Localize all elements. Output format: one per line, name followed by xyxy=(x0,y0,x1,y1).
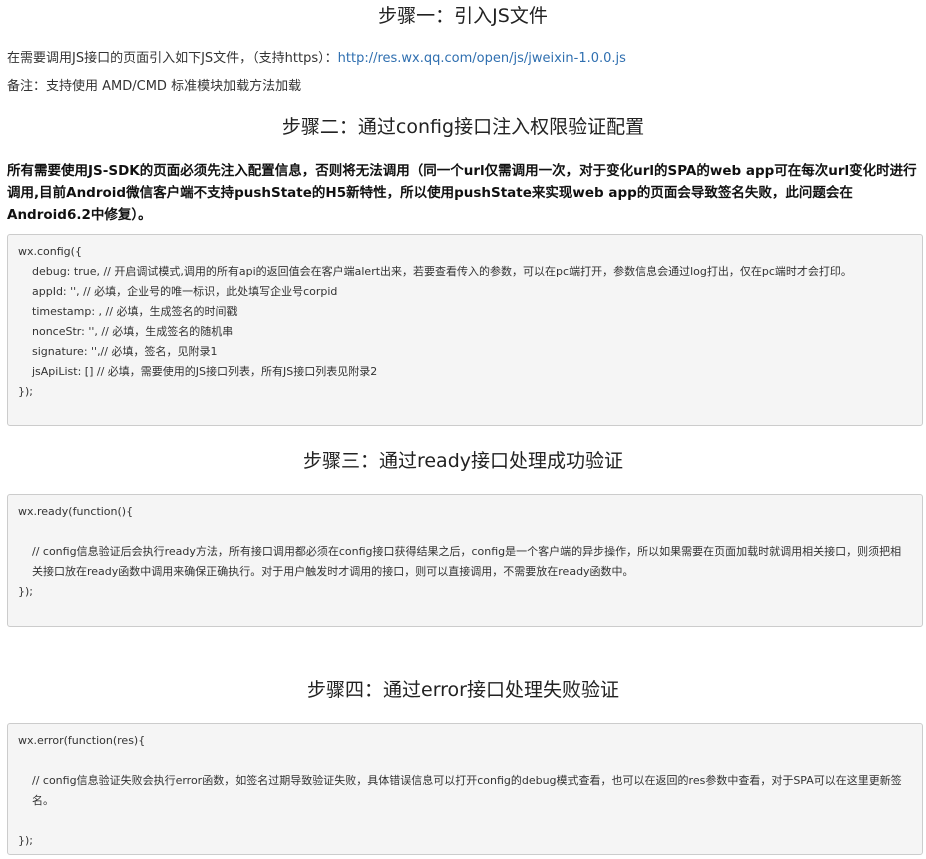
error-code-block: wx.error(function(res){ // config信息验证失败会… xyxy=(7,723,923,855)
code-line: appId: '', // 必填，企业号的唯一标识，此处填写企业号corpid xyxy=(32,285,338,298)
step2-title: 步骤二：通过config接口注入权限验证配置 xyxy=(281,116,645,138)
code-line: // config信息验证后会执行ready方法，所有接口调用都必须在confi… xyxy=(32,545,902,578)
code-line: jsApiList: [] // 必填，需要使用的JS接口列表，所有JS接口列表… xyxy=(32,365,378,378)
ready-code-block: wx.ready(function(){ // config信息验证后会执行re… xyxy=(7,494,923,627)
config-code-block: wx.config({ debug: true, // 开启调试模式,调用的所有… xyxy=(7,234,923,426)
code-line: nonceStr: '', // 必填，生成签名的随机串 xyxy=(32,325,234,338)
step1-title: 步骤一：引入JS文件 xyxy=(378,5,548,27)
jssdk-link[interactable]: http://res.wx.qq.com/open/js/jweixin-1.0… xyxy=(338,51,626,66)
code-line: signature: '',// 必填，签名，见附录1 xyxy=(32,345,218,358)
code-line: }); xyxy=(18,585,33,598)
code-line: wx.config({ xyxy=(18,245,82,258)
step3-title: 步骤三：通过ready接口处理成功验证 xyxy=(302,450,624,472)
code-line: timestamp: , // 必填，生成签名的时间戳 xyxy=(32,305,238,318)
code-line: // config信息验证失败会执行error函数，如签名过期导致验证失败，具体… xyxy=(32,774,902,807)
step4-title: 步骤四：通过error接口处理失败验证 xyxy=(307,679,619,701)
step1-text-prefix: 在需要调用JS接口的页面引入如下JS文件，（支持https）： xyxy=(7,51,338,66)
code-line: }); xyxy=(18,385,33,398)
code-line: debug: true, // 开启调试模式,调用的所有api的返回值会在客户端… xyxy=(32,265,852,278)
code-line: }); xyxy=(18,834,33,847)
step1-text: 在需要调用JS接口的页面引入如下JS文件，（支持https）：http://re… xyxy=(7,49,920,69)
step1-note: 备注：支持使用 AMD/CMD 标准模块加载方法加载 xyxy=(7,79,302,94)
code-line: wx.ready(function(){ xyxy=(18,505,134,518)
step2-description: 所有需要使用JS-SDK的页面必须先注入配置信息，否则将无法调用（同一个url仅… xyxy=(7,163,917,223)
code-line: wx.error(function(res){ xyxy=(18,734,146,747)
